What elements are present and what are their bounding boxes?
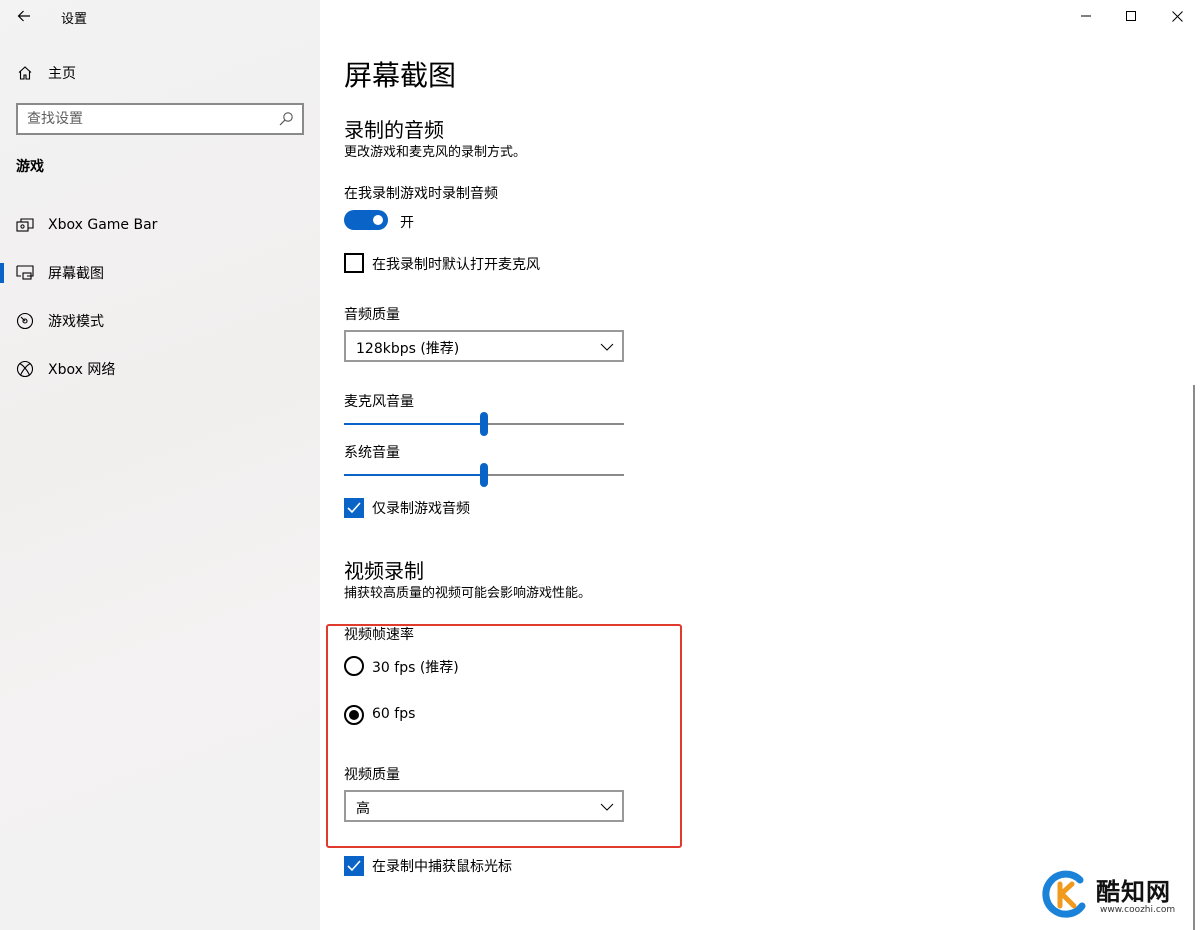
chevron-down-icon [600, 803, 614, 811]
back-arrow-icon [17, 10, 30, 22]
toggle-knob [373, 215, 383, 225]
watermark-url: www.coozhi.com [1100, 905, 1176, 915]
gamemode-icon [16, 312, 34, 330]
capture-cursor-label: 在录制中捕获鼠标光标 [372, 859, 512, 875]
sidebar-item-game-mode[interactable]: 游戏模式 [0, 301, 320, 341]
record-audio-toggle[interactable] [344, 210, 388, 230]
audio-section-heading: 录制的音频 [344, 118, 444, 142]
watermark-name: 酷知网 [1096, 878, 1171, 906]
mic-default-label: 在我录制时默认打开麦克风 [372, 257, 540, 273]
chevron-down-icon [600, 343, 614, 351]
sidebar-item-xbox-network[interactable]: Xbox 网络 [0, 349, 320, 389]
video-quality-value: 高 [356, 801, 370, 817]
slider-thumb[interactable] [480, 463, 488, 487]
sidebar-item-label: Xbox 网络 [48, 362, 116, 378]
video-quality-label: 视频质量 [344, 767, 400, 783]
mic-volume-label: 麦克风音量 [344, 394, 414, 410]
back-button[interactable] [12, 4, 36, 28]
main-content: 屏幕截图 录制的音频 更改游戏和麦克风的录制方式。 在我录制游戏时录制音频 开 … [320, 0, 1200, 930]
audio-section-description: 更改游戏和麦克风的录制方式。 [344, 145, 527, 160]
gamebar-icon [16, 216, 34, 234]
sidebar-item-xbox-game-bar[interactable]: Xbox Game Bar [0, 205, 320, 245]
slider-thumb[interactable] [480, 412, 488, 436]
slider-fill [344, 474, 484, 476]
frame-rate-30-label: 30 fps (推荐) [372, 660, 459, 676]
frame-rate-30-radio[interactable] [344, 656, 364, 676]
sidebar-item-label: 主页 [48, 66, 76, 82]
audio-quality-value: 128kbps (推荐) [356, 341, 460, 357]
active-indicator [0, 263, 4, 283]
mic-volume-slider[interactable] [344, 412, 624, 436]
record-audio-state: 开 [400, 215, 414, 231]
page-title: 屏幕截图 [344, 59, 457, 92]
video-quality-dropdown[interactable]: 高 [344, 790, 624, 822]
slider-fill [344, 423, 484, 425]
section-title: 游戏 [16, 159, 44, 175]
game-audio-only-checkbox[interactable] [344, 498, 364, 518]
sidebar-item-label: Xbox Game Bar [48, 217, 158, 233]
capture-cursor-checkbox[interactable] [344, 856, 364, 876]
sidebar-item-label: 屏幕截图 [48, 266, 104, 282]
sidebar-item-home[interactable]: 主页 [0, 53, 320, 93]
frame-rate-60-radio[interactable] [344, 705, 364, 725]
app-title: 设置 [61, 12, 88, 27]
record-audio-label: 在我录制游戏时录制音频 [344, 186, 498, 202]
system-volume-label: 系统音量 [344, 445, 400, 461]
sidebar-item-label: 游戏模式 [48, 314, 104, 330]
mic-default-checkbox[interactable] [344, 253, 364, 273]
radio-dot [349, 710, 359, 720]
video-section-description: 捕获较高质量的视频可能会影响游戏性能。 [344, 586, 592, 601]
search-icon[interactable] [278, 111, 294, 127]
scrollbar[interactable] [1193, 385, 1195, 930]
checkmark-icon [347, 860, 361, 872]
checkmark-icon [347, 502, 361, 514]
frame-rate-label: 视频帧速率 [344, 627, 414, 643]
audio-quality-label: 音频质量 [344, 307, 400, 323]
system-volume-slider[interactable] [344, 463, 624, 487]
game-audio-only-label: 仅录制游戏音频 [372, 501, 470, 517]
home-icon [16, 64, 34, 82]
sidebar-item-captures[interactable]: 屏幕截图 [0, 253, 320, 293]
capture-icon [16, 264, 34, 282]
frame-rate-60-label: 60 fps [372, 706, 416, 722]
sidebar: 设置 主页 游戏 Xbox Game Bar [0, 0, 320, 930]
watermark-logo-icon [1042, 870, 1086, 918]
search-input[interactable] [27, 111, 277, 127]
watermark: 酷知网 www.coozhi.com [1040, 868, 1190, 922]
search-box[interactable] [16, 103, 304, 135]
video-section-heading: 视频录制 [344, 559, 424, 583]
xbox-icon [16, 360, 34, 378]
audio-quality-dropdown[interactable]: 128kbps (推荐) [344, 330, 624, 362]
